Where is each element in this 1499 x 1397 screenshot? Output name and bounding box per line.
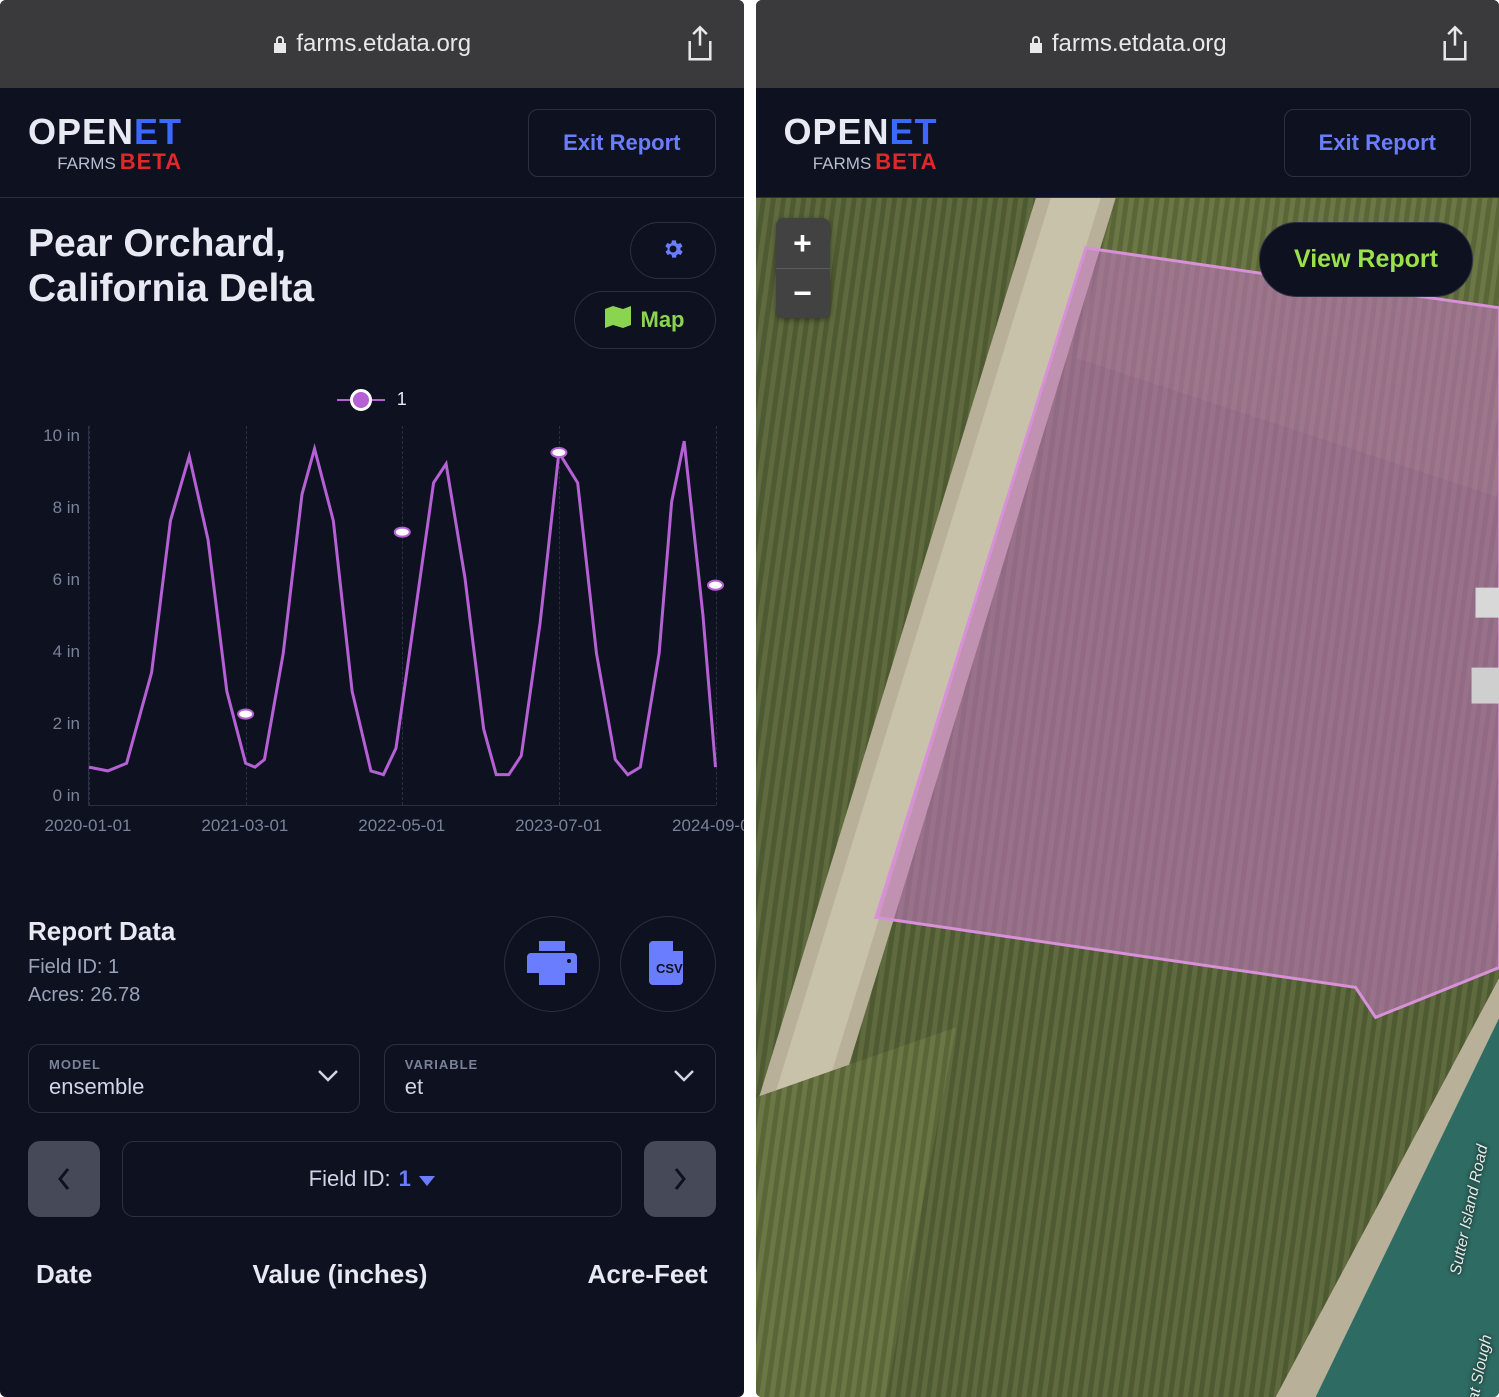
zoom-control: + −: [776, 218, 830, 318]
aerial-imagery: [756, 198, 1499, 1397]
chart-x-axis: 2020-01-012021-03-012022-05-012023-07-01…: [88, 810, 716, 846]
chart-legend[interactable]: 1: [28, 389, 716, 410]
map-icon: [605, 306, 631, 334]
url-display: farms.etdata.org: [816, 30, 1440, 58]
browser-urlbar: farms.etdata.org: [0, 0, 744, 88]
lock-icon: [272, 34, 288, 54]
logo[interactable]: OPENET FARMS BETA: [28, 111, 182, 175]
printer-icon: [527, 941, 577, 988]
table-header: Date Value (inches) Acre-Feet: [28, 1259, 716, 1290]
table-col-value: Value (inches): [253, 1259, 428, 1290]
zoom-in-button[interactable]: +: [776, 218, 830, 268]
model-select[interactable]: MODEL ensemble: [28, 1044, 360, 1113]
variable-select[interactable]: VARIABLE et: [384, 1044, 716, 1113]
map-phone: farms.etdata.org OPENET FARMS BETA Exit …: [756, 0, 1499, 1397]
chevron-down-icon: [317, 1069, 339, 1088]
report-data-heading: Report Data: [28, 916, 175, 947]
legend-swatch: [337, 399, 385, 401]
csv-file-icon: CSV: [643, 941, 693, 988]
chart-y-axis: 10 in8 in6 in4 in2 in0 in: [28, 426, 88, 806]
url-text: farms.etdata.org: [296, 30, 471, 58]
table-col-date: Date: [36, 1259, 92, 1290]
export-csv-button[interactable]: CSV: [620, 916, 716, 1012]
app-header: OPENET FARMS BETA Exit Report: [0, 88, 744, 198]
browser-urlbar: farms.etdata.org: [756, 0, 1499, 88]
field-selector[interactable]: Field ID: 1: [122, 1141, 622, 1217]
report-data-meta: Field ID: 1 Acres: 26.78: [28, 953, 175, 1009]
svg-text:CSV: CSV: [656, 961, 683, 976]
share-icon[interactable]: [1439, 24, 1471, 64]
zoom-out-button[interactable]: −: [776, 268, 830, 318]
print-button[interactable]: [504, 916, 600, 1012]
legend-label: 1: [397, 389, 407, 410]
exit-report-button[interactable]: Exit Report: [528, 109, 715, 177]
caret-down-icon: [419, 1166, 435, 1192]
url-text: farms.etdata.org: [1052, 30, 1227, 58]
lock-icon: [1028, 34, 1044, 54]
settings-button[interactable]: [630, 222, 716, 279]
table-col-acrefeet: Acre-Feet: [588, 1259, 708, 1290]
prev-field-button[interactable]: [28, 1141, 100, 1217]
url-display: farms.etdata.org: [60, 30, 684, 58]
next-field-button[interactable]: [644, 1141, 716, 1217]
app-header: OPENET FARMS BETA Exit Report: [756, 88, 1499, 198]
chevron-down-icon: [673, 1069, 695, 1088]
exit-report-button[interactable]: Exit Report: [1284, 109, 1471, 177]
share-icon[interactable]: [684, 24, 716, 64]
chart: 1 10 in8 in6 in4 in2 in0 in 2020-01-0120…: [28, 389, 716, 846]
map-toggle-button[interactable]: Map: [574, 291, 716, 349]
logo[interactable]: OPENET FARMS BETA: [784, 111, 938, 175]
view-report-button[interactable]: View Report: [1259, 222, 1473, 297]
map-canvas[interactable]: + − View Report Sutter Island Road Steam…: [756, 198, 1499, 1397]
gear-icon: [661, 237, 685, 264]
report-phone: farms.etdata.org OPENET FARMS BETA Exit …: [0, 0, 744, 1397]
chart-plot[interactable]: [88, 426, 716, 806]
page-title: Pear Orchard, California Delta: [28, 222, 428, 312]
